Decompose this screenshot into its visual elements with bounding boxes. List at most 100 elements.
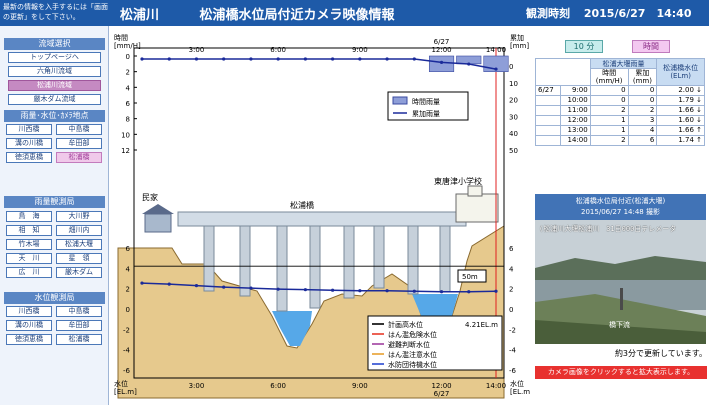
camera-overlay: (松浦川大堰松浦川 31日000日テレメータ: [539, 225, 677, 233]
title-text: 松浦橋水位局付近カメラ映像情報: [199, 8, 395, 23]
row-date: [535, 115, 561, 126]
level-unit-text: (ELm): [670, 72, 691, 80]
table-row: 6/27 9:00 0 0 2.00 ↓: [535, 85, 705, 96]
points-heading: 雨量･水位･ｶﾒﾗ地点: [4, 110, 105, 122]
table-col-cum: 累加 (mm): [627, 68, 658, 86]
rain-ouchi[interactable]: 相 知: [6, 225, 52, 236]
camera-time: 2015/06/27 14:48 撮影: [581, 208, 660, 216]
water-nakashima[interactable]: 中島橋: [56, 306, 102, 317]
time-tick-bottom: 3:00: [189, 382, 205, 390]
row-cum: 0: [627, 85, 658, 96]
river-name: 松浦川: [120, 8, 160, 23]
level-legend-name: 避難判断水位: [388, 340, 430, 349]
rain-amakawa[interactable]: 天 川: [6, 253, 52, 264]
level-legend-name: 水防団待機水位: [388, 360, 437, 369]
cumulative-rain-point: [276, 57, 280, 61]
rain-chokai[interactable]: 鳥 海: [6, 211, 52, 222]
water-tokusue[interactable]: 徳須恵橋: [6, 334, 52, 345]
row-level: 2.00 ↓: [656, 85, 705, 96]
sidebar-item-top[interactable]: トップページへ: [8, 52, 101, 63]
row-date: [535, 95, 561, 106]
level-legend-name: はん濫注意水位: [388, 350, 437, 359]
water-level-point: [167, 282, 171, 286]
row-time: 12:00: [559, 115, 591, 126]
observation-label: 観測時刻: [526, 7, 570, 20]
table-level-head: 松浦橋水位 (ELm): [656, 58, 705, 86]
table-corner: [535, 58, 591, 86]
water-mutabe[interactable]: 牟田部: [56, 320, 102, 331]
date-top: 6/27: [434, 38, 450, 46]
rain-hirokawa[interactable]: 広 川: [6, 267, 52, 278]
cumulative-rain-point: [467, 62, 471, 66]
legend-cum-label: 累加雨量: [412, 109, 440, 118]
rain-table-body: 松浦大堰雨量 松浦橋水位 (ELm) 時間 (mm/H) 累加 (mm) 6/27…: [535, 58, 705, 146]
level-right-tick: 4: [509, 265, 514, 273]
rain-kyuragi-dam[interactable]: 厳木ダム: [56, 267, 102, 278]
point-kawanishi[interactable]: 川西橋: [6, 124, 52, 135]
level-legend-value: 4.21EL.m: [465, 321, 498, 329]
left-unit-top: [mm/H]: [114, 42, 141, 50]
camera-image[interactable]: (松浦川大堰松浦川 31日000日テレメータ 橋下流: [535, 220, 706, 344]
water-mizonokawa[interactable]: 溝の川橋: [6, 320, 52, 331]
rain-matsuura-weir[interactable]: 松浦大堰: [56, 239, 102, 250]
level-right-tick: -2: [509, 326, 516, 334]
row-cum: 6: [627, 135, 658, 146]
school-label: 東唐津小学校: [434, 176, 482, 186]
row-time: 11:00: [559, 105, 591, 116]
sidebar: 流域選択 トップページへ 六角川流域 松浦川流域 厳木ダム流域 雨量･水位･ｶﾒ…: [0, 26, 109, 405]
level-right-tick: 2: [509, 286, 513, 294]
point-mizonokawa[interactable]: 溝の川橋: [6, 138, 52, 149]
cumulative-rain-point: [167, 57, 171, 61]
water-level-point: [439, 290, 444, 294]
level-left-tick: -4: [123, 347, 131, 355]
point-mutabe[interactable]: 牟田部: [56, 138, 102, 149]
table-row: 14:00 2 6 1.74 ↑: [535, 135, 705, 146]
time-tick-bottom: 12:00: [431, 382, 451, 390]
left-unit-bottom: [EL.m]: [114, 388, 137, 396]
tab-10min[interactable]: 10 分: [565, 40, 603, 53]
point-matsuurabashi[interactable]: 松浦橋: [56, 152, 102, 163]
row-level: 1.60 ↓: [656, 115, 705, 126]
tab-hourly[interactable]: 時間: [632, 40, 670, 53]
rain-right-tick: 30: [509, 113, 518, 121]
row-cum: 4: [627, 125, 658, 136]
time-tick-top: 12:00: [431, 46, 451, 54]
water-level-point: [331, 288, 335, 292]
page-title: 松浦川 松浦橋水位局付近カメラ映像情報: [120, 4, 395, 23]
observation-value: 2015/6/27 14:40: [583, 7, 692, 20]
level-right-tick: 0: [509, 306, 513, 314]
sidebar-item-rokkaku[interactable]: 六角川流域: [8, 66, 101, 77]
chart-area: 0 2 4 6 8 10 12 0 10 20 30 40 50 6 6 4 4 2 2 0 0 -2 -2 -4 -4 -6 -6…: [112, 26, 530, 405]
rain-left-tick: 4: [126, 84, 131, 92]
sidebar-item-matsuura[interactable]: 松浦川流域: [8, 80, 101, 91]
row-level: 1.66 ↓: [656, 105, 705, 116]
camera-heading: 松浦橋水位局付近(松浦大堰) 2015/06/27 14:48 撮影: [535, 194, 706, 220]
rain-right-tick: 50: [509, 147, 518, 155]
cumulative-rain-point: [385, 57, 389, 61]
table-row: 12:00 1 3 1.60 ↓: [535, 115, 705, 126]
refresh-note: 最新の情報を入手するには「画面の更新」をして下さい。: [3, 3, 108, 21]
water-level-point: [249, 286, 253, 290]
water-level-point: [385, 289, 389, 293]
enlarge-note: カメラ画像をクリックすると拡大表示します。: [535, 366, 707, 379]
rain-left-tick: 2: [126, 69, 130, 77]
water-matsuurabashi[interactable]: 松浦橋: [56, 334, 102, 345]
rain-okawano[interactable]: 大川野: [56, 211, 102, 222]
water-level-point: [358, 289, 362, 293]
rain-hatakawauchi[interactable]: 畑川内: [56, 225, 102, 236]
sidebar-item-kyuragi-dam[interactable]: 厳木ダム流域: [8, 94, 101, 105]
row-time: 14:00: [559, 135, 591, 146]
level-left-tick: -6: [123, 367, 131, 375]
row-cum: 2: [627, 105, 658, 116]
rain-table: 松浦大堰雨量 松浦橋水位 (ELm) 時間 (mm/H) 累加 (mm) 6/27…: [535, 58, 705, 146]
row-date: [535, 105, 561, 116]
rain-hoshiryo[interactable]: 星 領: [56, 253, 102, 264]
point-tokusue[interactable]: 徳須恵橋: [6, 152, 52, 163]
water-kawanishi[interactable]: 川西橋: [6, 306, 52, 317]
rain-takekoba[interactable]: 竹木場: [6, 239, 52, 250]
cumulative-rain-point: [303, 57, 307, 61]
table-col-hourly: 時間 (mm/H): [589, 68, 629, 86]
cumulative-rain-point: [331, 57, 335, 61]
cumulative-rain-point: [358, 57, 362, 61]
point-nakashima[interactable]: 中島橋: [56, 124, 102, 135]
